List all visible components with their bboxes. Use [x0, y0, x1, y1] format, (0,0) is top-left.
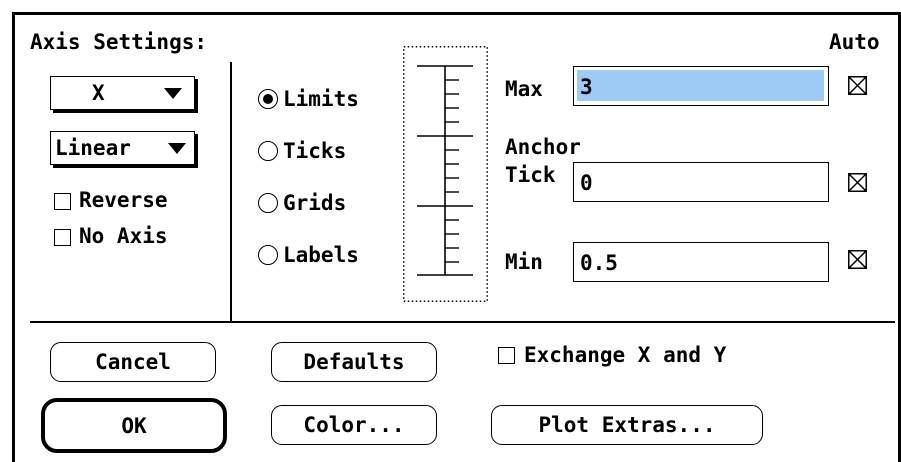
reverse-checkbox[interactable]	[54, 193, 71, 210]
exchange-xy-label[interactable]: Exchange X and Y	[524, 343, 726, 367]
plot-extras-button[interactable]: Plot Extras...	[491, 405, 763, 445]
reverse-label[interactable]: Reverse	[79, 188, 168, 212]
anchor-tick-value: 0	[580, 171, 593, 195]
radio-limits-label[interactable]: Limits	[283, 87, 359, 111]
min-value: 0.5	[580, 251, 618, 275]
max-label: Max	[505, 77, 543, 101]
axis-select-value: X	[92, 81, 105, 105]
dialog-title: Axis Settings:	[30, 30, 208, 54]
vertical-divider	[230, 62, 232, 322]
tick-label: Tick	[505, 163, 556, 187]
axis-select[interactable]: X	[50, 76, 195, 110]
radio-labels[interactable]	[258, 245, 278, 265]
cancel-button-label: Cancel	[95, 350, 171, 374]
color-button[interactable]: Color...	[271, 405, 437, 445]
radio-ticks-label[interactable]: Ticks	[283, 139, 346, 163]
min-label: Min	[505, 250, 543, 274]
radio-labels-label[interactable]: Labels	[283, 243, 359, 267]
radio-limits[interactable]	[258, 89, 278, 109]
exchange-xy-checkbox[interactable]	[498, 347, 515, 364]
dropdown-arrow-icon	[164, 88, 182, 99]
radio-grids-label[interactable]: Grids	[283, 191, 346, 215]
max-field[interactable]: 3	[573, 66, 829, 106]
scale-select-value: Linear	[55, 136, 131, 160]
dropdown-arrow-icon	[168, 143, 186, 154]
anchor-label: Anchor	[505, 135, 581, 159]
ok-button[interactable]: OK	[41, 398, 227, 453]
max-auto-checkbox[interactable]	[848, 76, 867, 95]
ok-button-label: OK	[121, 413, 147, 438]
max-selection-highlight	[577, 70, 824, 101]
scale-select[interactable]: Linear	[50, 131, 195, 165]
no-axis-label[interactable]: No Axis	[79, 224, 168, 248]
horizontal-divider	[30, 321, 895, 323]
checkbox-x-icon	[848, 76, 867, 95]
radio-grids[interactable]	[258, 193, 278, 213]
plot-extras-button-label: Plot Extras...	[538, 413, 716, 437]
radio-ticks[interactable]	[258, 141, 278, 161]
min-field[interactable]: 0.5	[573, 242, 829, 282]
auto-column-label: Auto	[829, 30, 880, 54]
checkbox-x-icon	[848, 250, 867, 269]
defaults-button[interactable]: Defaults	[271, 342, 437, 382]
defaults-button-label: Defaults	[303, 350, 405, 374]
axis-preview-icon	[403, 46, 488, 302]
checkbox-x-icon	[848, 173, 867, 192]
min-auto-checkbox[interactable]	[848, 250, 867, 269]
radio-selected-dot	[262, 93, 273, 104]
anchor-tick-field[interactable]: 0	[573, 162, 829, 202]
anchor-auto-checkbox[interactable]	[848, 173, 867, 192]
color-button-label: Color...	[303, 413, 405, 437]
no-axis-checkbox[interactable]	[54, 229, 71, 246]
cancel-button[interactable]: Cancel	[50, 342, 216, 382]
max-value: 3	[580, 75, 593, 99]
